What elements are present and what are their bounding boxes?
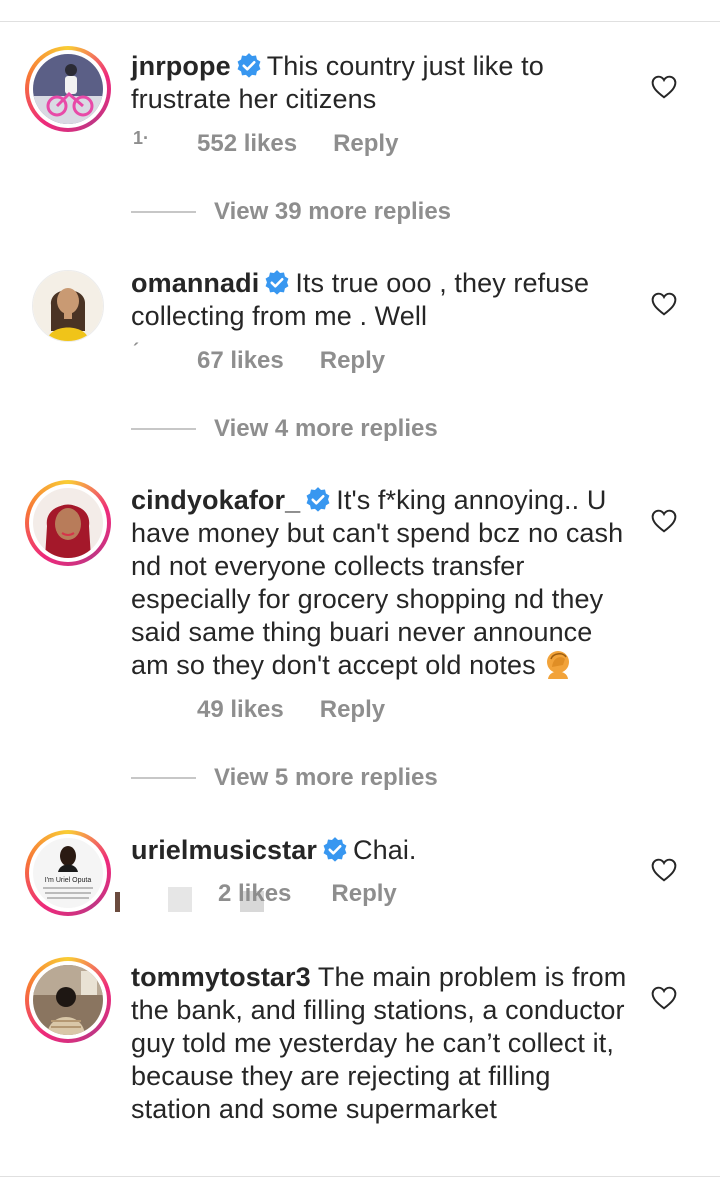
avatar[interactable]: [25, 957, 111, 1043]
verified-badge-icon: [323, 837, 347, 862]
likes-count[interactable]: 49 likes: [197, 696, 284, 723]
heart-outline-icon[interactable]: [651, 509, 677, 533]
view-replies-label[interactable]: View 39 more replies: [214, 198, 451, 226]
username[interactable]: tommytostar3: [131, 962, 311, 992]
reply-button[interactable]: Reply: [320, 347, 385, 374]
verified-badge-icon: [306, 487, 330, 512]
avatar-image: [33, 488, 103, 558]
avatar[interactable]: [25, 480, 111, 566]
avatar[interactable]: [25, 46, 111, 132]
view-replies-label[interactable]: View 5 more replies: [214, 764, 438, 792]
replies-divider: [131, 428, 196, 430]
avatar-caption: I'm Uriel Oputa: [45, 877, 92, 884]
reply-button[interactable]: Reply: [320, 696, 385, 723]
likes-count[interactable]: 67 likes: [197, 347, 284, 374]
comment-body: urielmusicstar Chai.: [131, 834, 631, 867]
replies-divider: [131, 777, 196, 779]
heart-outline-icon[interactable]: [651, 986, 677, 1010]
avatar[interactable]: [32, 270, 104, 342]
comment-meta: 67 likes Reply: [197, 347, 385, 375]
comments-screen: jnrpope This country just like to frustra…: [0, 0, 720, 1182]
reply-button[interactable]: Reply: [331, 880, 396, 907]
comment-body: omannadi Its true ooo , they refuse colle…: [131, 267, 631, 333]
reply-button[interactable]: Reply: [333, 130, 398, 157]
avatar-image: [33, 54, 103, 124]
username[interactable]: urielmusicstar: [131, 835, 317, 865]
avatar-image: [33, 965, 103, 1035]
timestamp: 1·: [133, 128, 150, 148]
verified-badge-icon: [237, 53, 261, 78]
avatar-image: I'm Uriel Oputa: [33, 838, 103, 908]
avatar-image: [33, 271, 103, 341]
comment-body: tommytostar3 The main problem is from th…: [131, 961, 631, 1126]
avatar[interactable]: I'm Uriel Oputa: [25, 830, 111, 916]
comment-meta: 49 likes Reply: [197, 696, 385, 724]
blur-overlay: [115, 892, 120, 912]
blur-overlay: [168, 887, 192, 912]
verified-badge-icon: [265, 270, 289, 295]
replies-divider: [131, 211, 196, 213]
facepalm-emoji-icon: [547, 651, 570, 679]
comment-meta: 552 likes Reply: [197, 130, 398, 158]
likes-count[interactable]: 552 likes: [197, 130, 297, 157]
comment-text: Chai.: [352, 835, 417, 865]
username[interactable]: omannadi: [131, 268, 259, 298]
comment-body: jnrpope This country just like to frustra…: [131, 50, 631, 116]
comment-meta: 2 likes Reply: [218, 880, 397, 908]
view-replies-label[interactable]: View 4 more replies: [214, 415, 438, 443]
heart-outline-icon[interactable]: [651, 75, 677, 99]
heart-outline-icon[interactable]: [651, 858, 677, 882]
likes-count[interactable]: 2 likes: [218, 880, 291, 907]
username[interactable]: cindyokafor_: [131, 485, 300, 515]
username[interactable]: jnrpope: [131, 51, 231, 81]
timestamp: ´: [133, 340, 139, 360]
heart-outline-icon[interactable]: [651, 292, 677, 316]
comment-body: cindyokafor_ It's f*king annoying.. U hav…: [131, 484, 631, 682]
top-divider: [0, 21, 720, 22]
bottom-divider: [0, 1176, 720, 1177]
